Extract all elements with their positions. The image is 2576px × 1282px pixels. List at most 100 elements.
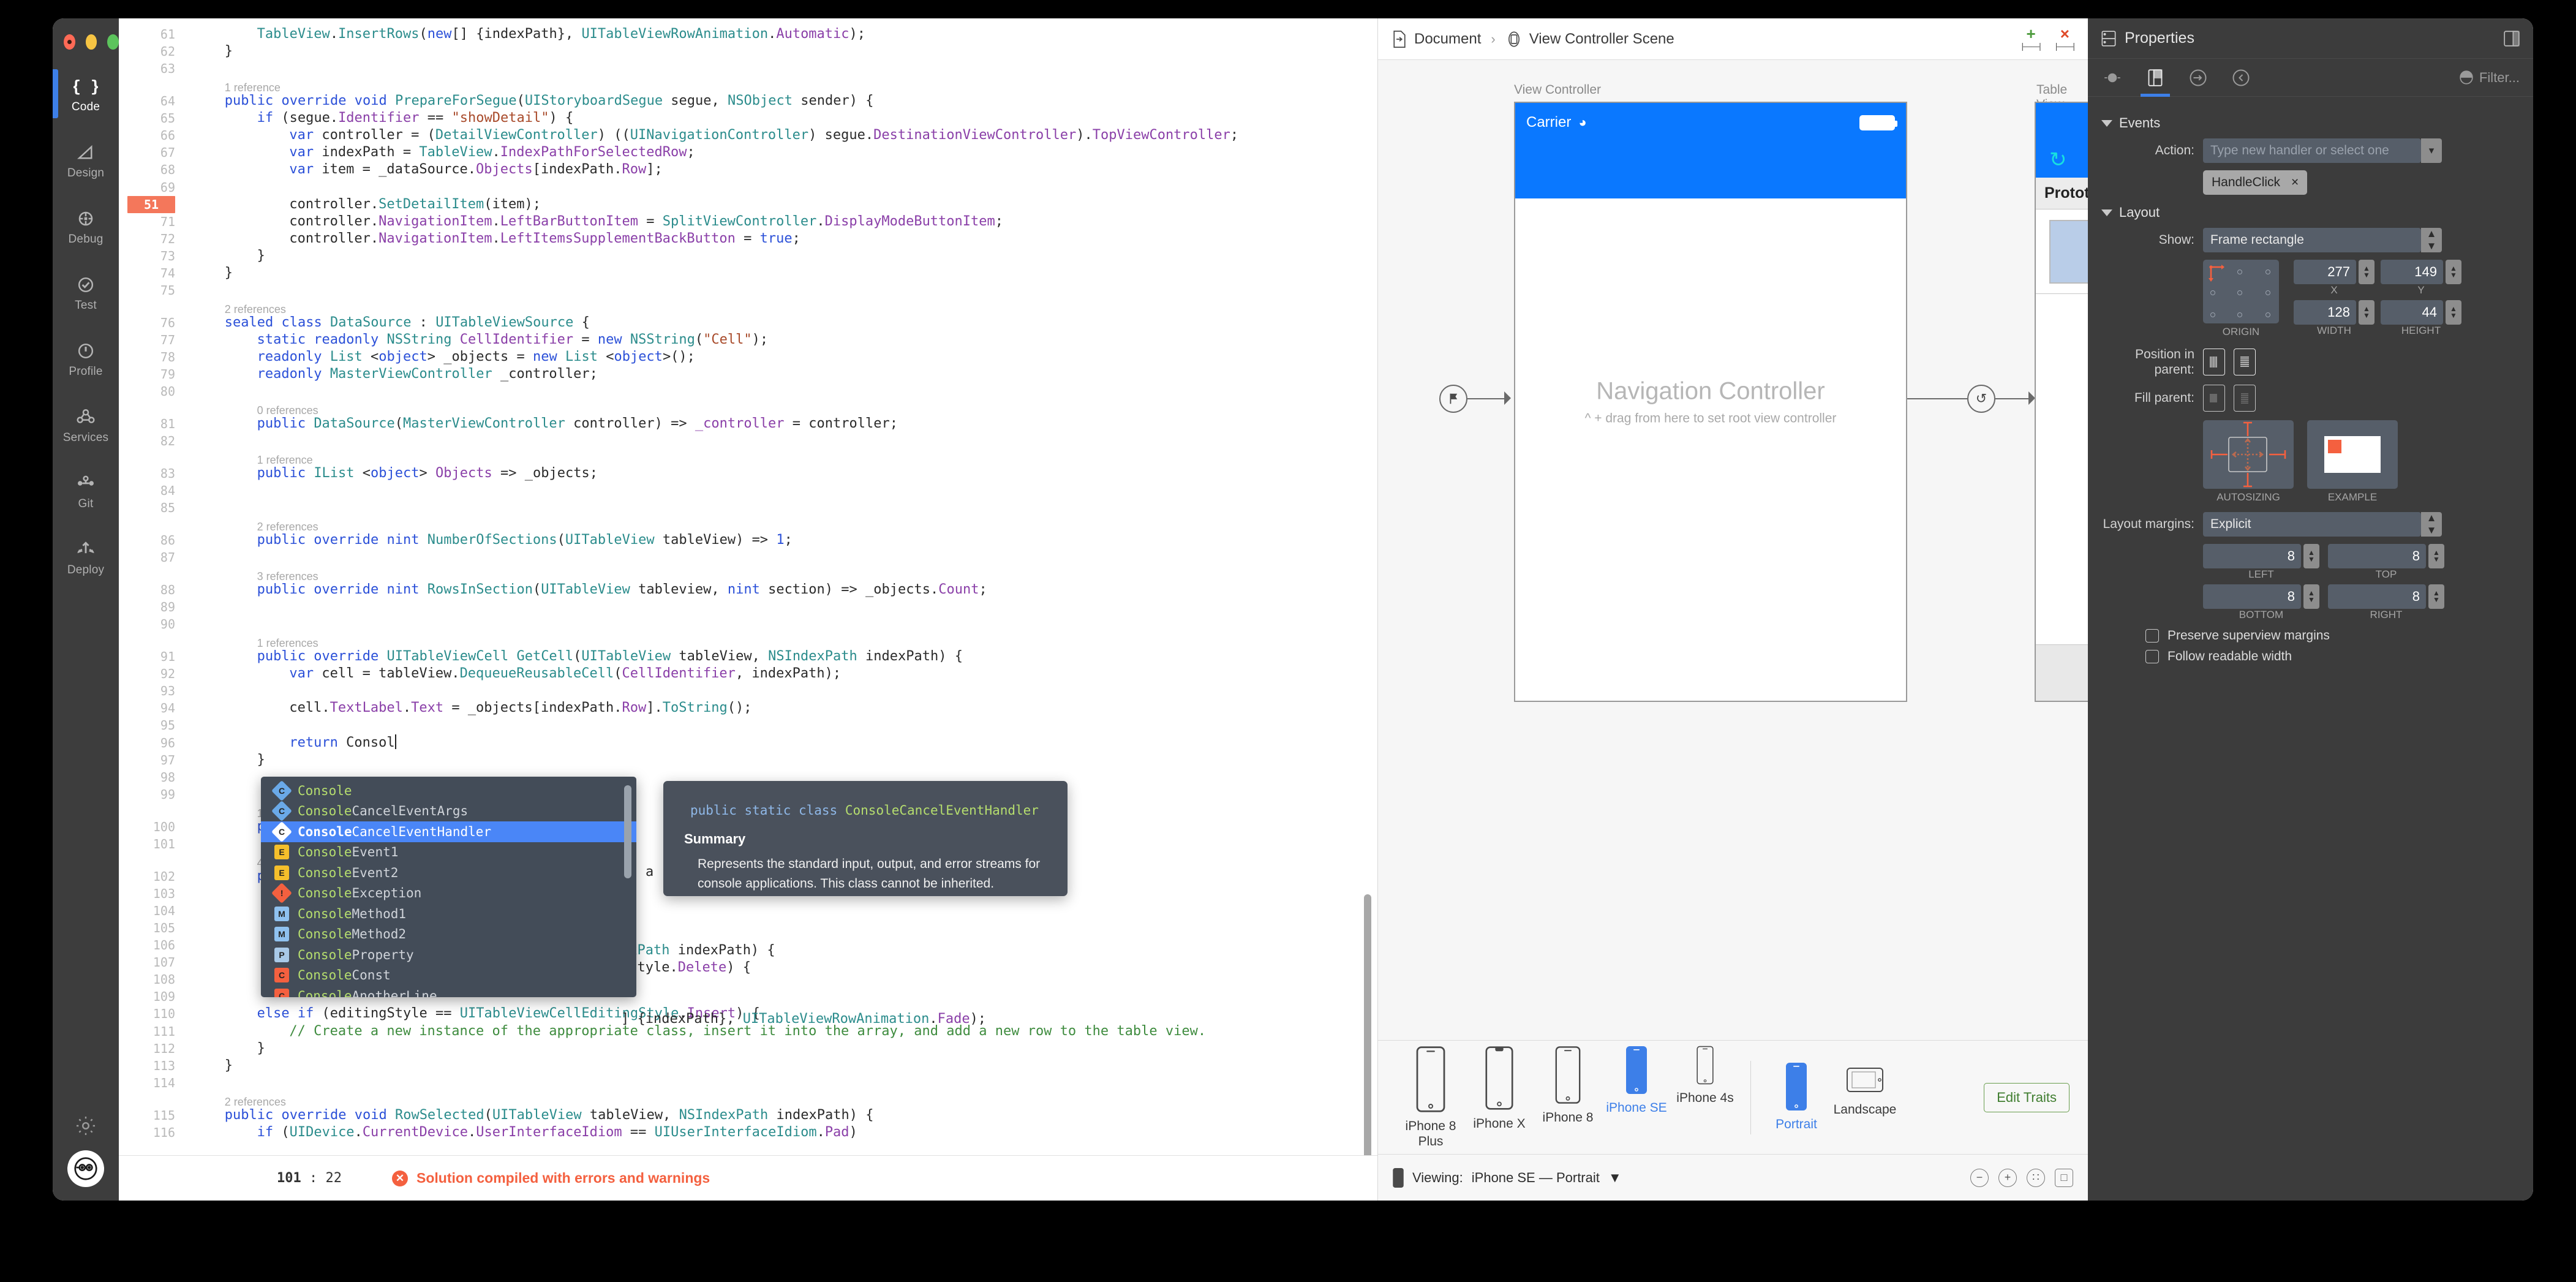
editor-vertical-scrollbar[interactable]: [1364, 894, 1371, 1155]
breadcrumb-item-scene[interactable]: View Controller Scene: [1529, 31, 1674, 48]
y-field[interactable]: 149: [2381, 260, 2443, 284]
show-combo[interactable]: Frame rectangle ▲ ▼: [2203, 228, 2442, 252]
height-field[interactable]: 44: [2381, 300, 2443, 325]
zoom-actual-button[interactable]: □: [2055, 1168, 2073, 1187]
action-combo[interactable]: Type new handler or select one ▾: [2203, 138, 2442, 163]
gear-icon[interactable]: [75, 1115, 97, 1137]
origin-node[interactable]: [2265, 290, 2270, 295]
device-iphone8[interactable]: iPhone 8: [1534, 1046, 1602, 1148]
close-button[interactable]: [64, 34, 75, 50]
code-line[interactable]: }: [257, 1040, 265, 1057]
origin-node[interactable]: [2210, 290, 2215, 295]
checkbox-row[interactable]: Follow readable width: [2145, 649, 2520, 664]
code-line[interactable]: var cell = tableView.DequeueReusableCell…: [289, 665, 841, 682]
margin-right-field[interactable]: 8: [2328, 584, 2426, 609]
entry-point-marker[interactable]: [1439, 385, 1467, 413]
autocomplete-item[interactable]: C ConsoleAnotherLine: [261, 986, 636, 997]
code-line[interactable]: static readonly NSString CellIdentifier …: [257, 331, 769, 349]
prototype-cell-row[interactable]: [2036, 209, 2088, 294]
scene-table-view-controller[interactable]: Carrier ↻ Protot: [2035, 102, 2088, 702]
rail-item-deploy[interactable]: Deploy: [53, 524, 119, 590]
autocomplete-item[interactable]: C Console: [261, 780, 636, 801]
position-vertical-button[interactable]: [2234, 349, 2256, 376]
autocomplete-item[interactable]: M ConsoleMethod1: [261, 903, 636, 924]
code-line[interactable]: public override UITableViewCell GetCell(…: [257, 648, 963, 665]
x-stepper[interactable]: ▲ ▼: [2359, 260, 2375, 284]
autocomplete-item[interactable]: E ConsoleEvent2: [261, 862, 636, 883]
origin-node[interactable]: [2237, 312, 2242, 317]
zoom-out-button[interactable]: −: [1970, 1168, 1989, 1187]
close-icon[interactable]: ×: [2291, 175, 2299, 190]
code-line[interactable]: }: [225, 1057, 233, 1074]
rail-item-design[interactable]: Design: [53, 127, 119, 193]
checkbox[interactable]: [2145, 650, 2159, 664]
avatar[interactable]: [67, 1150, 104, 1187]
code-line[interactable]: public DataSource(MasterViewController c…: [257, 415, 898, 432]
panel-toggle-icon[interactable]: [2504, 30, 2520, 47]
section-header-events[interactable]: Events: [2101, 115, 2520, 131]
code-line[interactable]: sealed class DataSource : UITableViewSou…: [225, 314, 590, 331]
section-header-layout[interactable]: Layout: [2101, 205, 2520, 221]
autocomplete-item[interactable]: ! ConsoleException: [261, 883, 636, 904]
origin-node[interactable]: [2265, 312, 2270, 317]
y-stepper[interactable]: ▲ ▼: [2446, 260, 2461, 284]
arrow-right-circle-icon[interactable]: [2187, 67, 2209, 89]
margin-top-field[interactable]: 8: [2328, 544, 2426, 569]
remove-constraint-button[interactable]: × |——|: [2055, 26, 2075, 51]
autocomplete-item[interactable]: P ConsoleProperty: [261, 945, 636, 965]
segue-line[interactable]: [1907, 398, 1967, 399]
margin-left-field[interactable]: 8: [2203, 544, 2301, 569]
code-line[interactable]: var item = _dataSource.Objects[indexPath…: [289, 161, 662, 178]
edit-traits-button[interactable]: Edit Traits: [1984, 1082, 2069, 1112]
rail-item-profile[interactable]: Profile: [53, 325, 119, 391]
layout-margins-combo[interactable]: Explicit ▲ ▼: [2203, 512, 2442, 537]
rail-item-services[interactable]: Services: [53, 391, 119, 458]
stepper-icon[interactable]: ▲ ▼: [2421, 512, 2442, 537]
code-line[interactable]: readonly MasterViewController _controlle…: [257, 366, 598, 383]
minimize-button[interactable]: [85, 34, 97, 50]
code-line[interactable]: public IList <object> Objects => _object…: [257, 465, 598, 482]
device-iphonex[interactable]: iPhone X: [1465, 1046, 1534, 1148]
properties-tab[interactable]: [2141, 67, 2170, 97]
autocomplete-popup[interactable]: C Console C ConsoleCancelEventArgs C ConsoleC…: [261, 777, 636, 997]
code-line[interactable]: public override nint RowsInSection(UITab…: [257, 581, 987, 598]
fill-horizontal-button[interactable]: [2203, 385, 2225, 412]
chevron-down-icon[interactable]: ▾: [2421, 138, 2442, 163]
autocomplete-item[interactable]: C ConsoleCancelEventHandler: [261, 821, 636, 842]
fill-vertical-button[interactable]: [2234, 385, 2256, 412]
rail-item-debug[interactable]: Debug: [53, 193, 119, 259]
code-line[interactable]: }: [257, 247, 265, 265]
rail-item-git[interactable]: Git: [53, 458, 119, 524]
widget-tab[interactable]: [2101, 67, 2123, 89]
orientation-portrait[interactable]: Portrait: [1762, 1062, 1831, 1132]
device-iphone8plus[interactable]: iPhone 8 Plus: [1396, 1046, 1465, 1148]
rail-item-test[interactable]: Test: [53, 259, 119, 325]
zoom-fit-button[interactable]: ∷: [2027, 1168, 2045, 1187]
code-line[interactable]: }: [225, 265, 233, 282]
code-line[interactable]: }: [225, 43, 233, 60]
rail-item-code[interactable]: { } Code: [53, 61, 119, 127]
code-line[interactable]: public override nint NumberOfSections(UI…: [257, 532, 793, 549]
code-line[interactable]: controller.SetDetailItem(item);: [289, 196, 541, 213]
origin-picker[interactable]: [2203, 260, 2279, 323]
checkbox[interactable]: [2145, 629, 2159, 643]
margin-bottom-stepper[interactable]: ▲ ▼: [2303, 584, 2319, 609]
margin-bottom-field[interactable]: 8: [2203, 584, 2301, 609]
code-line[interactable]: TableView.InsertRows(new[] {indexPath}, …: [257, 26, 865, 43]
segue-marker[interactable]: ↺: [1967, 385, 1995, 413]
code-line[interactable]: public override void RowSelected(UITable…: [225, 1107, 874, 1124]
show-value[interactable]: Frame rectangle: [2203, 228, 2421, 252]
device-iphonese[interactable]: iPhone SE: [1602, 1046, 1671, 1148]
breadcrumb-item-document[interactable]: Document: [1414, 31, 1481, 48]
autocomplete-item[interactable]: C ConsoleCancelEventArgs: [261, 801, 636, 822]
code-line[interactable]: cell.TextLabel.Text = _objects[indexPath…: [289, 699, 751, 717]
origin-node[interactable]: [2210, 312, 2215, 317]
autocomplete-scrollbar[interactable]: [624, 785, 631, 878]
width-field[interactable]: 128: [2294, 300, 2356, 325]
height-stepper[interactable]: ▲ ▼: [2446, 300, 2461, 325]
chevron-left-circle-icon[interactable]: [2230, 67, 2252, 89]
handler-chip[interactable]: HandleClick ×: [2203, 170, 2308, 195]
designer-canvas[interactable]: View Controller Table View Carrier ◕: [1378, 60, 2088, 1040]
origin-node[interactable]: [2237, 290, 2242, 295]
code-line[interactable]: var indexPath = TableView.IndexPathForSe…: [289, 144, 695, 161]
